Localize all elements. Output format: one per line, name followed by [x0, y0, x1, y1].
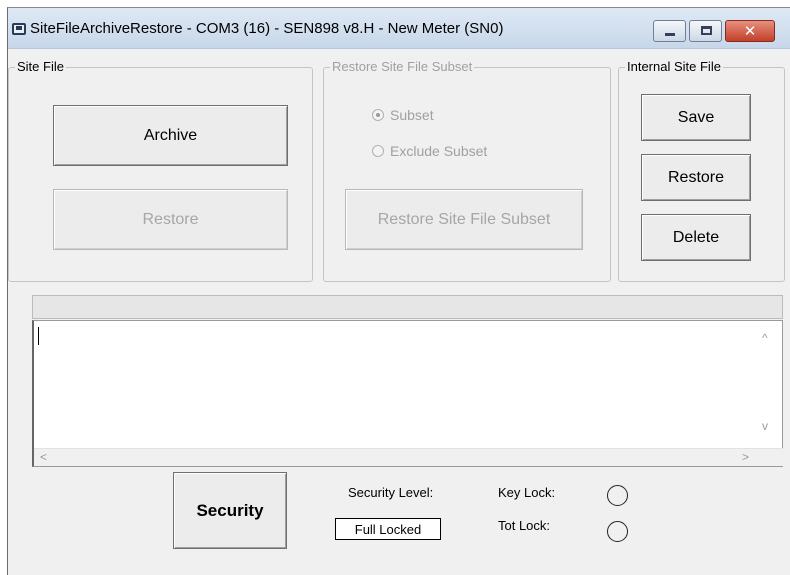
app-window: SiteFileArchiveRestore - COM3 (16) - SEN…	[7, 7, 790, 575]
exclude-subset-radio-label: Exclude Subset	[390, 143, 488, 159]
key-lock-indicator	[607, 485, 628, 506]
app-icon[interactable]	[12, 23, 26, 35]
subset-radio[interactable]: Subset	[372, 107, 434, 123]
tot-lock-label: Tot Lock:	[498, 518, 551, 533]
restore-button[interactable]: Restore	[53, 189, 288, 250]
restore-site-file-subset-button[interactable]: Restore Site File Subset	[345, 189, 583, 250]
maximize-button[interactable]	[689, 20, 722, 42]
subset-radio-button-icon	[372, 109, 384, 121]
key-lock-label: Key Lock:	[498, 485, 556, 500]
minimize-icon	[665, 33, 675, 36]
text-caret	[38, 327, 39, 345]
archive-button[interactable]: Archive	[53, 105, 288, 166]
title-bar[interactable]: SiteFileArchiveRestore - COM3 (16) - SEN…	[8, 8, 790, 49]
security-button[interactable]: Security	[173, 472, 287, 549]
subset-radio-label: Subset	[390, 107, 434, 123]
restore-subset-group-label: Restore Site File Subset	[330, 59, 475, 74]
security-level-value: Full Locked	[335, 518, 441, 540]
scroll-up-arrow-icon[interactable]: ^	[762, 331, 768, 345]
close-button[interactable]: ✕	[725, 20, 775, 42]
minimize-button[interactable]	[653, 20, 686, 42]
security-level-label: Security Level:	[348, 485, 434, 500]
site-file-group-label: Site File	[15, 59, 66, 74]
internal-delete-button[interactable]: Delete	[641, 214, 751, 261]
log-textarea[interactable]: ^ v < >	[32, 320, 783, 467]
scroll-right-arrow-icon[interactable]: >	[742, 450, 749, 464]
horizontal-scrollbar[interactable]: < >	[34, 448, 783, 466]
exclude-subset-radio-button-icon	[372, 145, 384, 157]
internal-save-button[interactable]: Save	[641, 94, 751, 141]
close-icon: ✕	[743, 22, 757, 40]
maximize-icon	[701, 26, 712, 35]
internal-restore-button[interactable]: Restore	[641, 154, 751, 201]
progress-bar	[32, 295, 783, 319]
internal-site-file-group-label: Internal Site File	[625, 59, 723, 74]
exclude-subset-radio[interactable]: Exclude Subset	[372, 143, 487, 159]
tot-lock-indicator	[607, 521, 628, 542]
window-title: SiteFileArchiveRestore - COM3 (16) - SEN…	[30, 20, 504, 37]
scroll-left-arrow-icon[interactable]: <	[40, 450, 47, 464]
scroll-down-arrow-icon[interactable]: v	[762, 419, 768, 433]
